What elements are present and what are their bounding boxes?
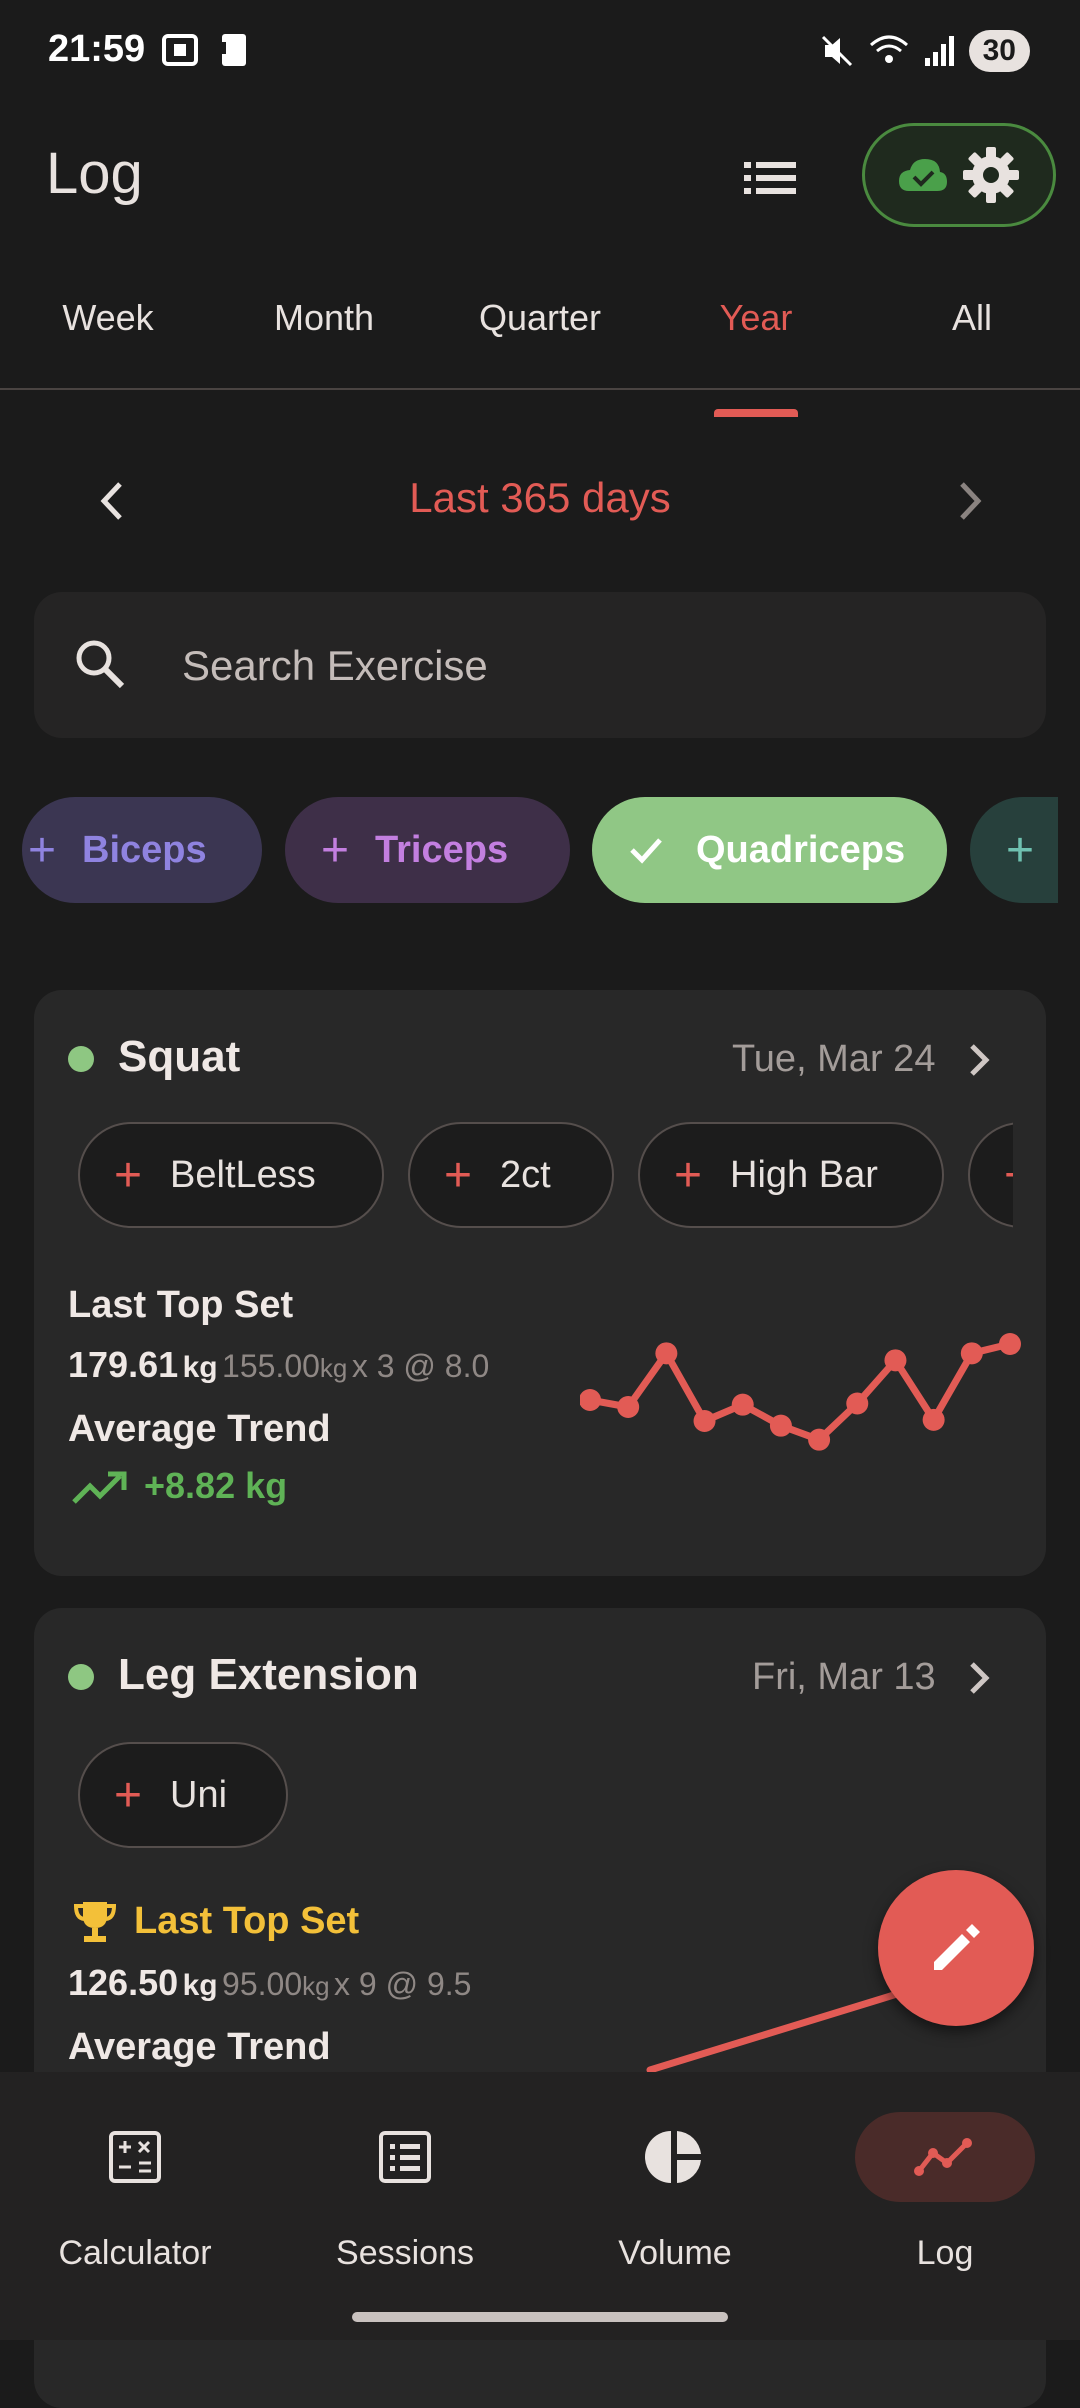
gear-icon: [963, 147, 1019, 203]
sparkline-point: [693, 1410, 716, 1432]
top-set-values: 126.50 kg 95.00kg x 9 @ 9.5: [68, 1962, 472, 2003]
sparkline-point: [580, 1389, 601, 1411]
plus-icon: +: [1004, 1148, 1013, 1203]
check-icon: [630, 838, 662, 864]
chevron-right-icon: [970, 1044, 990, 1076]
list-view-button[interactable]: [740, 148, 802, 208]
mute-icon: [821, 35, 852, 67]
last-top-set-label: Last Top Set: [68, 1284, 294, 1326]
trend-line-icon: [914, 2138, 972, 2176]
plus-icon: +: [444, 1148, 473, 1202]
screenshot-icon: [162, 34, 198, 66]
chevron-right-icon: [960, 482, 982, 520]
nav-log[interactable]: Log: [810, 2072, 1080, 2272]
tab-all[interactable]: All: [864, 278, 1080, 388]
sparkline-point: [846, 1392, 869, 1415]
phone-icon: [216, 34, 246, 66]
average-trend-label: Average Trend: [68, 1408, 331, 1450]
list-alt-icon: [379, 2131, 431, 2183]
chip-more[interactable]: +: [970, 797, 1058, 903]
sparkline-point: [999, 1333, 1021, 1355]
sparkline-point: [617, 1396, 640, 1418]
plus-icon: +: [114, 1768, 143, 1822]
trending-up-icon: [72, 1471, 127, 1504]
tag-more[interactable]: +: [968, 1122, 1013, 1228]
plus-icon: +: [674, 1148, 703, 1202]
tag-uni[interactable]: + Uni: [78, 1742, 288, 1848]
exercise-name: Leg Extension: [118, 1650, 419, 1699]
chip-triceps[interactable]: + Triceps: [285, 797, 570, 903]
search-input[interactable]: [180, 640, 944, 692]
tab-month[interactable]: Month: [216, 278, 432, 388]
home-indicator[interactable]: [352, 2312, 728, 2322]
sparkline-point: [922, 1408, 945, 1431]
tag-high-bar[interactable]: + High Bar: [638, 1122, 944, 1228]
nav-volume[interactable]: Volume: [540, 2072, 810, 2272]
tag-row: +BeltLess +2ct +High Bar +: [78, 1122, 1013, 1232]
trend-sparkline: [646, 1986, 914, 2074]
plus-icon: +: [114, 1148, 143, 1202]
tag-2ct[interactable]: +2ct: [408, 1122, 614, 1228]
cloud-check-icon: [899, 159, 947, 191]
plus-icon: +: [1006, 823, 1035, 877]
sparkline-point: [731, 1393, 754, 1416]
tab-quarter[interactable]: Quarter: [432, 278, 648, 388]
edit-fab-button[interactable]: [878, 1870, 1034, 2026]
wifi-icon: [869, 35, 908, 63]
chevron-right-icon: [970, 1662, 990, 1694]
sparkline-line: [589, 1340, 1011, 1444]
top-set-values: 179.61 kg 155.00kg x 3 @ 8.0: [68, 1344, 490, 1385]
date-range-label: Last 365 days: [409, 474, 671, 521]
previous-range-button[interactable]: [92, 476, 132, 531]
plus-icon: +: [321, 823, 350, 877]
tab-year[interactable]: Year: [648, 278, 864, 417]
exercise-name: Squat: [118, 1032, 241, 1081]
status-time: 21:59: [48, 28, 146, 70]
tag-beltless[interactable]: + BeltLess: [78, 1122, 384, 1228]
sparkline-point: [808, 1428, 831, 1451]
trend-sparkline: [580, 1333, 1021, 1451]
signal-icon: [924, 36, 954, 66]
page-title: Log: [46, 141, 143, 206]
chip-biceps[interactable]: + Biceps: [22, 797, 262, 903]
list-icon: [744, 162, 796, 194]
average-trend-value: +8.82 kg: [144, 1465, 288, 1506]
sync-settings-button[interactable]: [862, 123, 1056, 227]
open-exercise-button[interactable]: [962, 1656, 996, 1705]
nav-sessions[interactable]: Sessions: [270, 2072, 540, 2272]
search-icon: [76, 640, 125, 689]
sparkline-point: [884, 1349, 907, 1372]
pencil-icon: [934, 1924, 980, 1970]
status-dot: [68, 1664, 94, 1690]
trophy-icon: [73, 1902, 117, 1942]
sparkline-point: [769, 1414, 792, 1437]
muscle-filter-chips: + Biceps + Triceps Quadriceps +: [22, 797, 1058, 907]
open-exercise-button[interactable]: [962, 1038, 996, 1087]
bottom-navigation: Calculator Sessions Volume Log: [0, 2072, 1080, 2340]
tab-week[interactable]: Week: [0, 278, 216, 388]
status-dot: [68, 1046, 94, 1072]
average-trend-label: Average Trend: [68, 2026, 331, 2068]
sparkline-point: [655, 1342, 678, 1365]
pie-chart-icon: [645, 2131, 701, 2183]
exercise-date: Fri, Mar 13: [752, 1656, 936, 1698]
plus-icon: +: [28, 823, 57, 877]
nav-calculator[interactable]: Calculator: [0, 2072, 270, 2272]
calculator-icon: [109, 2131, 161, 2183]
chip-quadriceps[interactable]: Quadriceps: [592, 797, 947, 903]
last-top-set-label: Last Top Set: [134, 1899, 360, 1942]
battery-indicator: 30: [968, 30, 1030, 72]
chevron-left-icon: [100, 482, 122, 520]
exercise-date: Tue, Mar 24: [732, 1038, 936, 1080]
next-range-button[interactable]: [950, 476, 990, 531]
period-tabs: Week Month Quarter Year All: [0, 278, 1080, 417]
sparkline-point: [960, 1342, 983, 1365]
